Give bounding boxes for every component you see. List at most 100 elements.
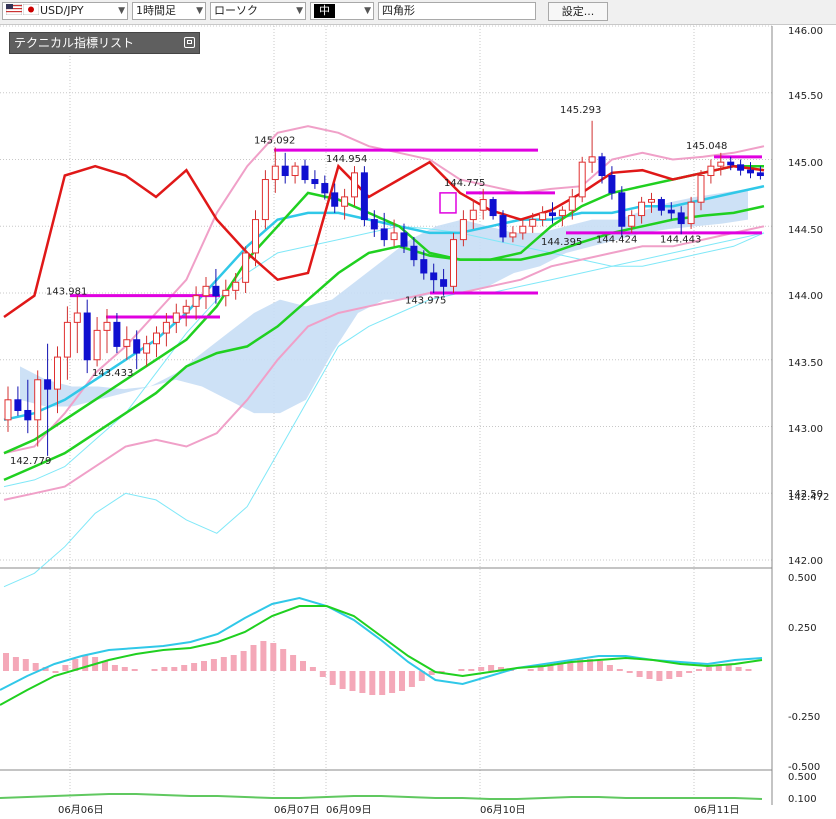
restore-icon[interactable] xyxy=(184,37,195,48)
bear-candle xyxy=(756,172,764,177)
bear-candle xyxy=(618,192,626,227)
x-axis: 06月06日 06月07日 06月09日 06月10日 06月11日 xyxy=(58,804,739,816)
y-tick-label: 145.50 xyxy=(788,91,823,102)
bear-candle xyxy=(360,172,368,221)
bear-candle xyxy=(133,339,141,354)
bull-candle xyxy=(34,379,42,421)
bull-candle xyxy=(162,321,170,334)
macd-histogram-bar xyxy=(240,651,247,671)
y-tick-label: 145.00 xyxy=(788,158,823,169)
macd-histogram-bar xyxy=(616,669,623,671)
price-label: 144.775 xyxy=(444,178,485,189)
bull-candle xyxy=(529,219,537,227)
timeframe-select[interactable]: 1時間足 ▼ xyxy=(132,2,206,20)
bear-candle xyxy=(83,312,91,361)
macd-histogram-bar xyxy=(537,667,544,671)
bull-candle xyxy=(172,312,180,323)
macd-histogram-bar xyxy=(319,671,326,677)
bull-candle xyxy=(687,201,695,225)
macd-histogram-bar xyxy=(290,655,297,671)
bear-candle xyxy=(737,164,745,171)
bear-candle xyxy=(113,321,121,347)
bear-candle xyxy=(410,245,418,261)
bear-candle xyxy=(677,212,685,225)
macd-tick-label: 0.250 xyxy=(788,623,817,634)
bull-candle xyxy=(103,321,111,331)
bull-candle xyxy=(93,329,101,361)
macd-histogram-bar xyxy=(250,645,257,671)
line-weight-select[interactable]: 中 ▼ xyxy=(310,2,374,20)
us-flag-icon xyxy=(5,3,23,16)
y-tick-label: 142.00 xyxy=(788,556,823,567)
price-label: 145.293 xyxy=(560,105,601,116)
bull-candle xyxy=(568,196,576,211)
macd-histogram-bar xyxy=(3,653,9,671)
bull-candle xyxy=(450,239,457,287)
y-axis: 146.00 145.50 145.00 144.50 144.00 143.50 143.… xyxy=(788,26,829,805)
price-label: 144.424 xyxy=(596,234,637,245)
symbol-select[interactable]: USD/JPY ▼ xyxy=(2,2,128,20)
bull-candle xyxy=(252,219,259,254)
macd-histogram-bar xyxy=(181,665,188,671)
drawing-tool-field[interactable]: 四角形 xyxy=(378,2,536,20)
bull-candle xyxy=(261,179,269,221)
bear-candle xyxy=(430,272,438,281)
bear-candle xyxy=(598,156,606,177)
chart-style-select[interactable]: ローソク ▼ xyxy=(210,2,306,20)
macd-histogram-bar xyxy=(389,671,396,693)
chevron-down-icon: ▼ xyxy=(296,6,303,16)
bear-candle xyxy=(281,165,289,177)
macd-histogram-bar xyxy=(696,669,702,671)
indicator-list-panel[interactable]: テクニカル指標リスト xyxy=(9,32,200,54)
bear-candle xyxy=(489,199,497,217)
bull-candle xyxy=(628,215,636,227)
bull-candle xyxy=(242,252,250,283)
x-tick-label: 06月09日 xyxy=(326,804,371,816)
chevron-down-icon: ▼ xyxy=(364,6,371,16)
current-price-label: 142.472 xyxy=(788,492,829,503)
magenta-box xyxy=(439,192,457,214)
bull-candle xyxy=(479,199,487,211)
settings-button[interactable]: 設定... xyxy=(548,2,608,21)
macd-histogram-bar xyxy=(379,671,386,695)
symbol-label: USD/JPY xyxy=(40,4,84,17)
bull-candle xyxy=(558,209,566,217)
bull-candle xyxy=(509,232,517,238)
macd-histogram-bar xyxy=(626,671,633,673)
macd-histogram-bar xyxy=(339,671,346,689)
bull-candle xyxy=(4,399,12,421)
macd-histogram-bar xyxy=(52,671,59,673)
macd-histogram-bar xyxy=(121,667,128,671)
price-label: 144.954 xyxy=(326,154,367,165)
macd-histogram-bar xyxy=(111,665,118,671)
macd-histogram-bar xyxy=(309,667,316,671)
bull-candle xyxy=(697,175,705,203)
macd-histogram-bar xyxy=(270,643,277,671)
timeframe-label: 1時間足 xyxy=(136,4,176,17)
macd-histogram-bar xyxy=(408,671,415,687)
bull-candle xyxy=(638,201,646,217)
bear-candle xyxy=(44,379,52,390)
bear-candle xyxy=(420,259,428,274)
y-tick-label: 143.50 xyxy=(788,358,823,369)
macd-histogram-bar xyxy=(280,649,287,671)
macd-histogram-bar xyxy=(151,669,158,671)
macd-histogram-bar xyxy=(260,641,267,671)
price-label: 142.779 xyxy=(10,456,51,467)
bull-candle xyxy=(578,161,586,198)
macd-histogram-bar xyxy=(399,671,405,691)
macd-histogram-bar xyxy=(171,667,178,671)
price-label: 145.092 xyxy=(254,135,295,146)
indicator-list-title: テクニカル指標リスト xyxy=(14,36,135,50)
bull-candle xyxy=(63,321,71,358)
bull-candle xyxy=(143,343,151,354)
indicator-lines xyxy=(3,125,765,588)
macd-histogram-bar xyxy=(705,667,712,671)
macd-histogram-bar xyxy=(656,671,663,681)
bull-candle xyxy=(192,295,200,307)
bear-candle xyxy=(380,228,388,241)
macd-histogram-bar xyxy=(12,657,19,671)
y-tick-label: 143.00 xyxy=(788,424,823,435)
macd-histogram-bar xyxy=(201,661,207,671)
bear-candle xyxy=(400,232,408,247)
